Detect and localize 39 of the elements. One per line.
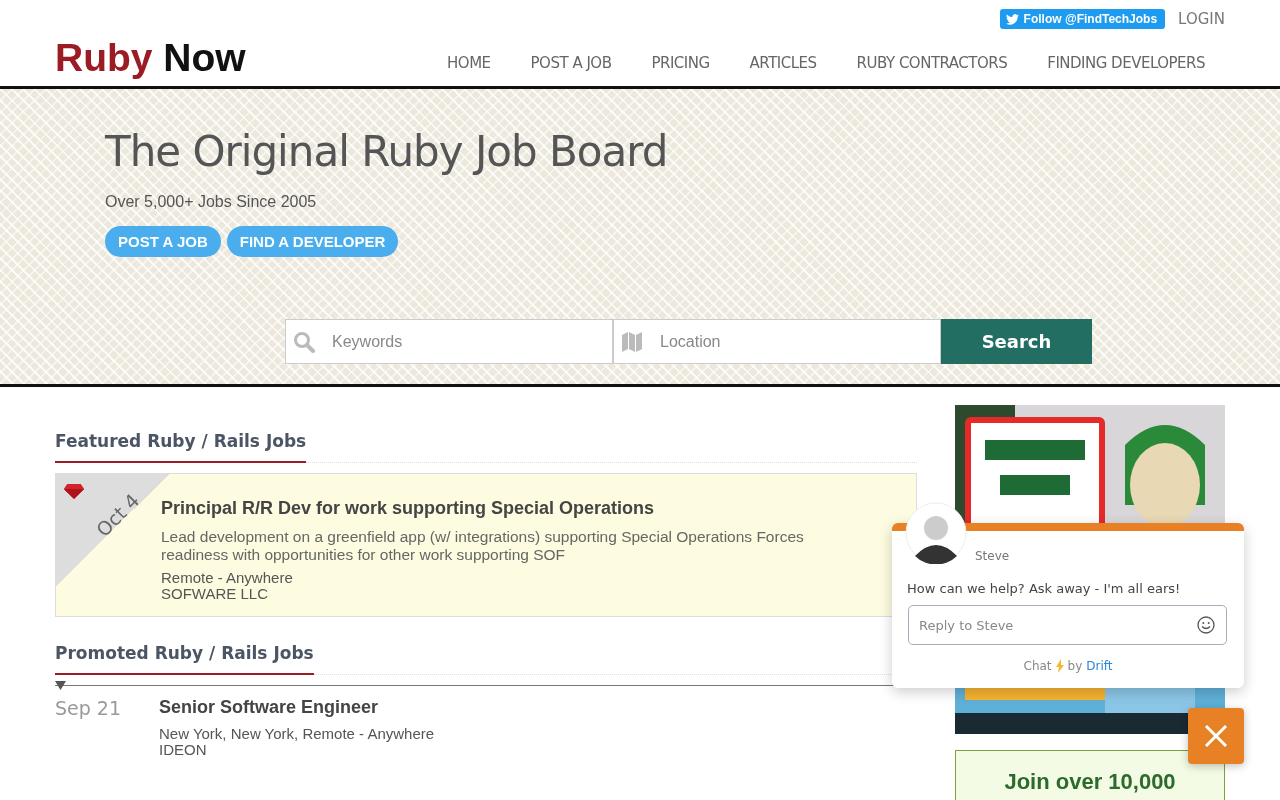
gem-icon: [63, 483, 85, 500]
nav-link[interactable]: PRICING: [631, 54, 730, 72]
caret-icon: [55, 681, 66, 690]
signup-banner[interactable]: Join over 10,000: [955, 750, 1225, 800]
search-button[interactable]: Search: [941, 319, 1092, 364]
login-link[interactable]: LOGIN: [1178, 10, 1225, 28]
keywords-field[interactable]: Keywords: [285, 319, 613, 364]
job-date: Sep 21: [55, 697, 123, 721]
section-heading: Featured Ruby / Rails Jobs: [55, 431, 307, 463]
agent-name: Steve: [975, 549, 1010, 563]
job-location: Remote - Anywhere: [161, 570, 294, 586]
emoji-icon[interactable]: [1197, 616, 1215, 634]
chat-message: How can we help? Ask away - I'm all ears!: [907, 581, 1181, 596]
job-title[interactable]: Senior Software Engineer: [159, 697, 435, 718]
job-description: Lead development on a greenfield app (w/ integrations) supporting Special Operations Forces readiness with opportunities for other work supporting SOF: [161, 528, 805, 564]
close-icon: [1204, 724, 1228, 748]
chat-credit: Chat: [1023, 659, 1052, 673]
company-name: SOFWARE LLC: [161, 586, 268, 602]
nav-link[interactable]: RUBY CONTRACTORS: [836, 54, 1028, 72]
nav-link[interactable]: HOME: [427, 54, 511, 72]
job-title[interactable]: Principal R/R Dev for work supporting Special Operations: [161, 498, 906, 519]
nav-link[interactable]: FINDING DEVELOPERS: [1027, 54, 1225, 72]
hero-subtitle: Over 5,000+ Jobs Since 2005: [105, 193, 317, 211]
drift-link[interactable]: Drift: [1086, 659, 1113, 673]
nav-link[interactable]: POST A JOB: [510, 54, 632, 72]
location-field[interactable]: Location: [613, 319, 941, 364]
close-button[interactable]: [1188, 708, 1244, 764]
nav-link[interactable]: ARTICLES: [729, 54, 837, 72]
chat-credit: by: [1067, 659, 1083, 673]
company-name: IDEON: [159, 742, 208, 758]
twitter-follow-button[interactable]: Follow @FindTechJobs: [999, 9, 1166, 29]
hero-title: The Original Ruby Job Board: [105, 127, 668, 176]
reply-field[interactable]: Reply to Steve: [908, 605, 1227, 645]
job-date: Oct 4: [91, 489, 144, 541]
lightning-icon: [1055, 659, 1064, 673]
section-heading: Promoted Ruby / Rails Jobs: [55, 643, 314, 675]
job-location: New York, New York, Remote - Anywhere: [159, 726, 435, 742]
bird-icon: [1005, 13, 1019, 25]
site-logo[interactable]: Ruby Now: [55, 36, 246, 80]
